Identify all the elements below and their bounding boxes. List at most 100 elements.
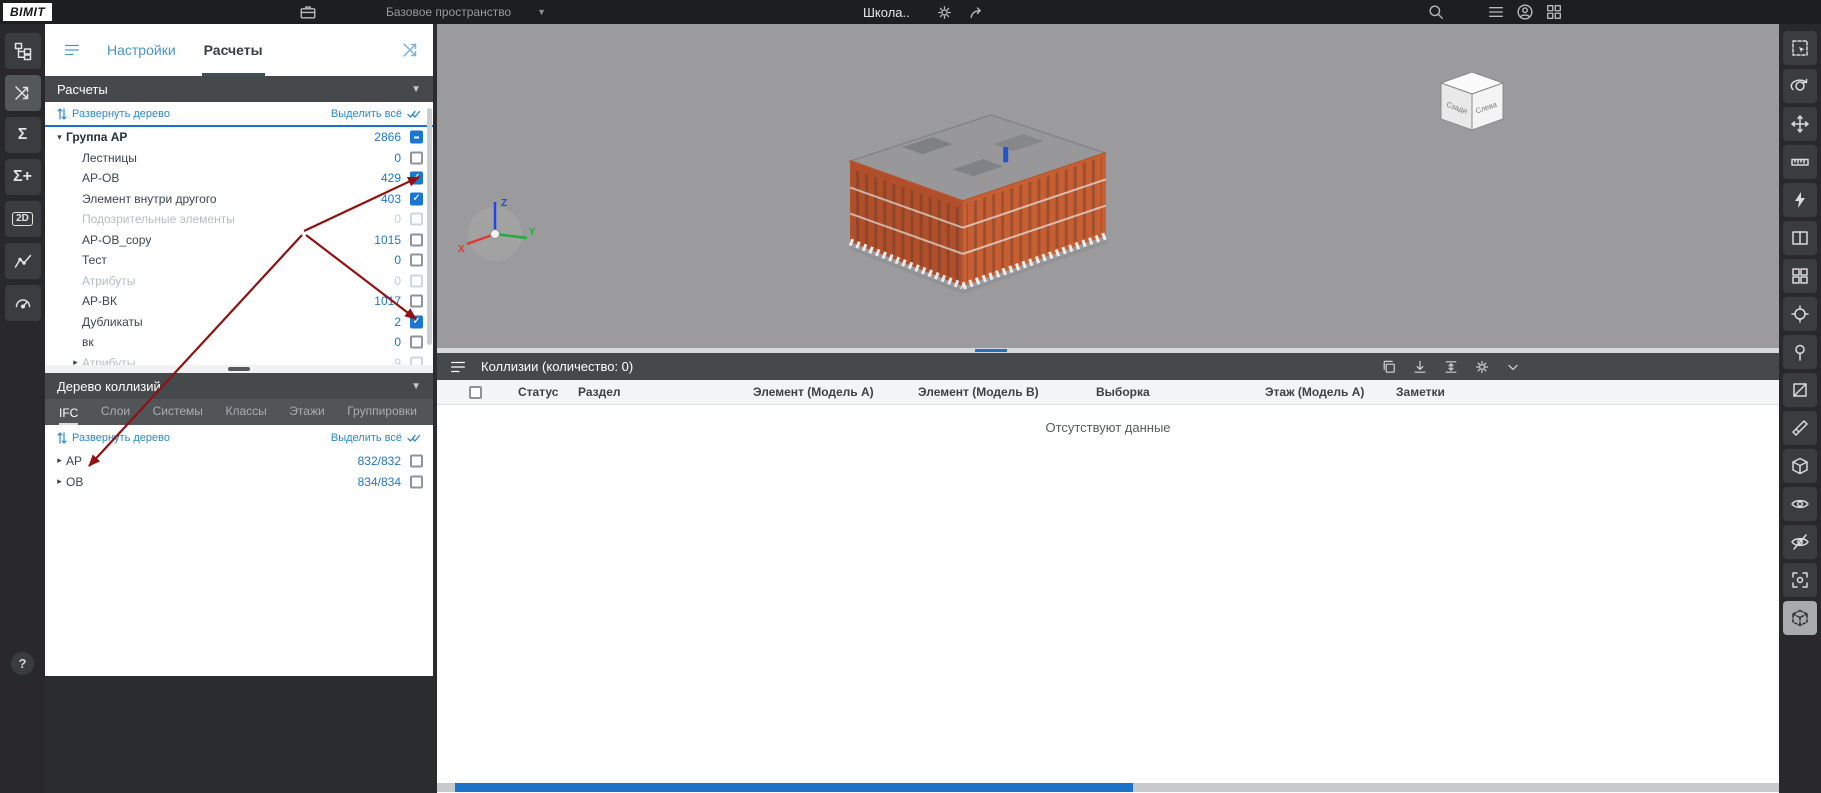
tool-frame-select[interactable] (1783, 31, 1817, 65)
caret-icon[interactable]: ▸ (53, 476, 66, 487)
tool-graphs[interactable] (5, 243, 41, 279)
tree-item-checkbox[interactable] (410, 151, 423, 164)
calc-tree-vscroll-thumb[interactable] (427, 108, 432, 345)
select-all-button[interactable]: Выделить всё (331, 432, 421, 444)
help-button[interactable]: ? (11, 652, 34, 675)
tree-row[interactable]: ▸Атрибуты9 (45, 353, 433, 366)
collapse-panel-button[interactable] (1505, 359, 1521, 375)
tool-model-tree[interactable] (5, 33, 41, 69)
tool-dashboard[interactable] (5, 285, 41, 321)
row-height-icon (1443, 359, 1459, 375)
tree-item-checkbox[interactable] (410, 233, 423, 246)
collisions-hscrollbar[interactable] (437, 783, 1779, 792)
tree-item-label: АР-ВК (82, 294, 117, 308)
collision-tree-tab-этажи[interactable]: Этажи (289, 404, 324, 425)
tree-row[interactable]: ▸ОВ834/834 (45, 471, 433, 492)
export-button[interactable] (1412, 359, 1428, 375)
tool-clip-box[interactable] (1783, 449, 1817, 483)
tree-item-checkbox[interactable] (410, 295, 423, 308)
tool-visibility-on[interactable] (1783, 487, 1817, 521)
tree-item-label: АР (66, 454, 82, 468)
tool-collisions[interactable] (5, 75, 41, 111)
tool-sum[interactable]: Σ (5, 117, 41, 153)
tool-focus[interactable] (1783, 297, 1817, 331)
tree-row[interactable]: Атрибуты0 (45, 271, 433, 292)
tree-row[interactable]: Элемент внутри другого403 (45, 189, 433, 210)
apps-grid-button[interactable] (1545, 0, 1563, 24)
tool-visibility-off[interactable] (1783, 525, 1817, 559)
collision-tree-tab-классы[interactable]: Классы (225, 404, 266, 425)
collision-tree-tab-группировки[interactable]: Группировки (347, 404, 417, 425)
calc-tree-hscroll-thumb[interactable] (228, 367, 250, 371)
tree-row[interactable]: вк0 (45, 332, 433, 353)
tool-transparency-box[interactable] (1783, 601, 1817, 635)
tool-pin[interactable] (1783, 335, 1817, 369)
tool-quick-clash[interactable] (1783, 183, 1817, 217)
briefcase-button[interactable] (299, 0, 317, 24)
collapse-section-chevron-icon[interactable]: ▼ (411, 84, 421, 95)
tree-row[interactable]: АР-ОВ_copy1015 (45, 230, 433, 251)
view-cube[interactable]: Сзади Слева (1437, 68, 1507, 138)
panel-menu-button[interactable] (63, 41, 81, 59)
calc-tree-hscrollbar[interactable] (45, 365, 433, 373)
tool-pan[interactable] (1783, 107, 1817, 141)
collapse-section-chevron-icon[interactable]: ▼ (411, 381, 421, 392)
tree-row[interactable]: ▸АР832/832 (45, 450, 433, 471)
caret-icon[interactable]: ▸ (69, 357, 82, 365)
tree-item-label: ОВ (66, 475, 83, 489)
tree-item-checkbox[interactable] (410, 192, 423, 205)
collision-tree-tab-ifc[interactable]: IFC (59, 406, 78, 425)
panel-resize-handle[interactable] (975, 349, 1007, 352)
tree-row[interactable]: Подозрительные элементы0 (45, 209, 433, 230)
search-button[interactable] (1427, 0, 1445, 24)
collision-tree-tab-системы[interactable]: Системы (153, 404, 203, 425)
collision-tree-tab-слои[interactable]: Слои (101, 404, 130, 425)
share-button[interactable] (968, 0, 986, 24)
tool-isolate[interactable] (1783, 563, 1817, 597)
tool-section-cut[interactable] (1783, 411, 1817, 445)
tree-item-checkbox[interactable] (410, 131, 423, 144)
project-title: Школа.. (863, 0, 910, 24)
tree-item-checkbox[interactable] (410, 172, 423, 185)
tree-row[interactable]: Тест0 (45, 250, 433, 271)
collisions-hscroll-thumb[interactable] (455, 783, 1133, 792)
tool-orbit[interactable] (1783, 69, 1817, 103)
workspace-selector[interactable]: Базовое пространство ▼ (386, 0, 546, 24)
tree-row[interactable]: Лестницы0 (45, 148, 433, 169)
row-height-button[interactable] (1443, 359, 1459, 375)
caret-icon[interactable]: ▸ (53, 455, 66, 466)
tree-item-label: Тест (82, 253, 107, 267)
tab-settings[interactable]: Настройки (105, 24, 178, 76)
3d-view[interactable]: Z Y X Сзади Слева (437, 24, 1779, 348)
tree-item-checkbox[interactable] (410, 315, 423, 328)
tree-item-checkbox[interactable] (410, 475, 423, 488)
table-settings-button[interactable] (1474, 359, 1490, 375)
tree-row[interactable]: АР-ВК1017 (45, 291, 433, 312)
caret-icon[interactable]: ▾ (53, 132, 66, 143)
tool-compare-split[interactable] (1783, 221, 1817, 255)
select-all-checkbox[interactable] (469, 386, 482, 399)
tool-measure[interactable] (1783, 145, 1817, 179)
tree-row[interactable]: АР-ОВ429 (45, 168, 433, 189)
menu-list-button[interactable] (1487, 0, 1505, 24)
expand-tree-button[interactable]: Развернуть дерево (57, 108, 170, 120)
collisions-shuffle-button[interactable] (401, 40, 421, 60)
axis-x-label: X (458, 244, 465, 255)
tool-section-plane[interactable] (1783, 373, 1817, 407)
tree-item-checkbox[interactable] (410, 336, 423, 349)
project-settings-button[interactable] (936, 0, 953, 24)
copy-table-button[interactable] (1381, 359, 1397, 375)
select-all-button[interactable]: Выделить всё (331, 108, 421, 120)
tree-item-checkbox[interactable] (410, 254, 423, 267)
tree-row[interactable]: ▾Группа АР2866 (45, 127, 433, 148)
column-header-selection: Выборка (1088, 385, 1257, 399)
tool-sum-plus[interactable]: Σ+ (5, 159, 41, 195)
account-button[interactable] (1516, 0, 1534, 24)
collisions-menu-button[interactable] (449, 358, 467, 376)
tree-item-checkbox[interactable] (410, 454, 423, 467)
tab-calculations[interactable]: Расчеты (202, 24, 265, 76)
tool-2d-view[interactable]: 2D (5, 201, 41, 237)
tool-viewports[interactable] (1783, 259, 1817, 293)
expand-tree-button[interactable]: Развернуть дерево (57, 432, 170, 444)
tree-row[interactable]: Дубликаты2 (45, 312, 433, 333)
